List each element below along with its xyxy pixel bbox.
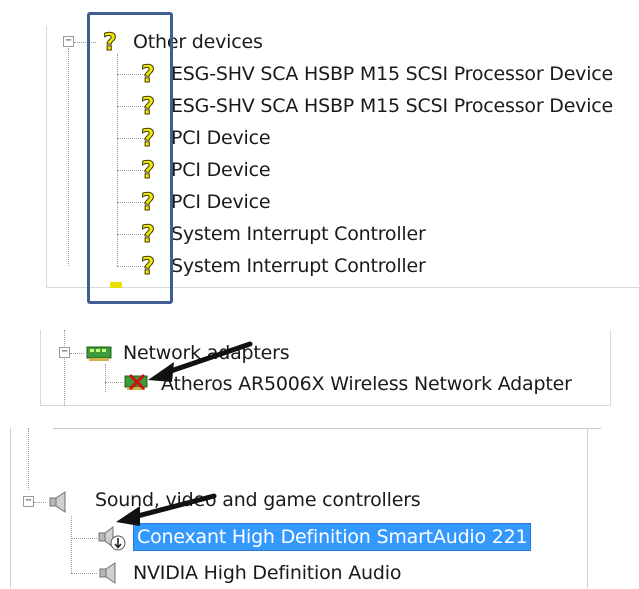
tree-line [105, 364, 106, 392]
tree-line [71, 573, 97, 574]
network-adapter-icon [86, 346, 112, 361]
collapse-toggle[interactable]: − [59, 347, 70, 358]
speaker-icon [49, 491, 66, 513]
device-tree-panel-network-adapters: − Network adapters Atheros AR5006X Wirel… [40, 330, 611, 406]
device-label: PCI Device [171, 159, 271, 181]
device-row[interactable]: PCI Device [171, 124, 271, 152]
device-label: PCI Device [171, 127, 271, 149]
tree-line [105, 382, 123, 383]
collapse-toggle[interactable]: − [63, 36, 74, 47]
collapse-toggle[interactable]: − [23, 496, 34, 507]
device-row[interactable]: PCI Device [171, 156, 271, 184]
device-row[interactable]: System Interrupt Controller [171, 252, 426, 280]
partial-unknown-device-icon [110, 282, 122, 288]
device-row[interactable]: System Interrupt Controller [171, 220, 426, 248]
device-label: NVIDIA High Definition Audio [133, 562, 402, 584]
device-label: ESG-SHV SCA HSBP M15 SCSI Processor Devi… [171, 95, 614, 117]
tree-line [28, 428, 29, 490]
device-tree-panel-sound-video: − Sound, video and game controllers Cone… [10, 428, 601, 588]
device-label: PCI Device [171, 191, 271, 213]
tree-line [68, 48, 69, 266]
tree-line [34, 502, 46, 503]
device-row[interactable]: ESG-SHV SCA HSBP M15 SCSI Processor Devi… [171, 92, 613, 120]
tree-line [71, 516, 72, 573]
device-row[interactable]: PCI Device [171, 188, 271, 216]
device-label: ESG-SHV SCA HSBP M15 SCSI Processor Devi… [171, 63, 614, 85]
annotation-arrow [148, 341, 253, 382]
divider [53, 428, 601, 429]
device-row[interactable]: ESG-SHV SCA HSBP M15 SCSI Processor Devi… [171, 60, 613, 88]
device-label: System Interrupt Controller [171, 255, 426, 277]
device-nvidia-hd-audio[interactable]: NVIDIA High Definition Audio [133, 559, 401, 587]
tree-line [64, 330, 65, 406]
device-label: System Interrupt Controller [171, 223, 426, 245]
tree-line [71, 538, 97, 539]
speaker-icon [99, 562, 116, 584]
annotation-highlight-box [87, 12, 173, 304]
tree-line [70, 353, 84, 354]
annotation-arrow [116, 493, 217, 526]
